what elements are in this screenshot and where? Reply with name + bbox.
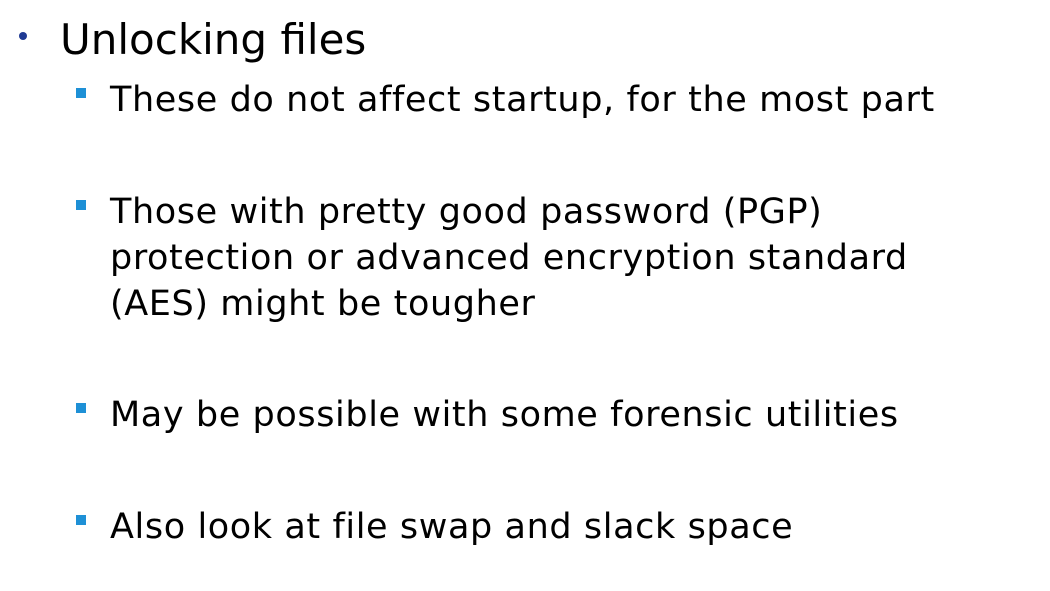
- bullet-item-2: Those with pretty good password (PGP) pr…: [0, 189, 1050, 329]
- square-bullet-icon: [76, 515, 86, 525]
- square-bullet-icon: [76, 200, 86, 210]
- bullet-item-3: May be possible with some forensic utili…: [0, 392, 1050, 442]
- level1-bullet-row: Unlocking files: [0, 14, 1050, 74]
- square-bullet-icon: [76, 88, 86, 98]
- bullet-item-1: These do not affect startup, for the mos…: [0, 77, 1050, 127]
- square-bullet-icon: [76, 403, 86, 413]
- bullet-text-3: May be possible with some forensic utili…: [110, 395, 899, 435]
- slide: Unlocking files These do not affect star…: [0, 0, 1050, 591]
- bullet-text-1: These do not affect startup, for the mos…: [110, 80, 935, 120]
- round-bullet-icon: [19, 32, 27, 40]
- slide-heading: Unlocking files: [60, 15, 367, 64]
- bullet-item-4: Also look at file swap and slack space: [0, 504, 1050, 554]
- bullet-text-4: Also look at file swap and slack space: [110, 507, 794, 547]
- bullet-text-2: Those with pretty good password (PGP) pr…: [110, 192, 908, 324]
